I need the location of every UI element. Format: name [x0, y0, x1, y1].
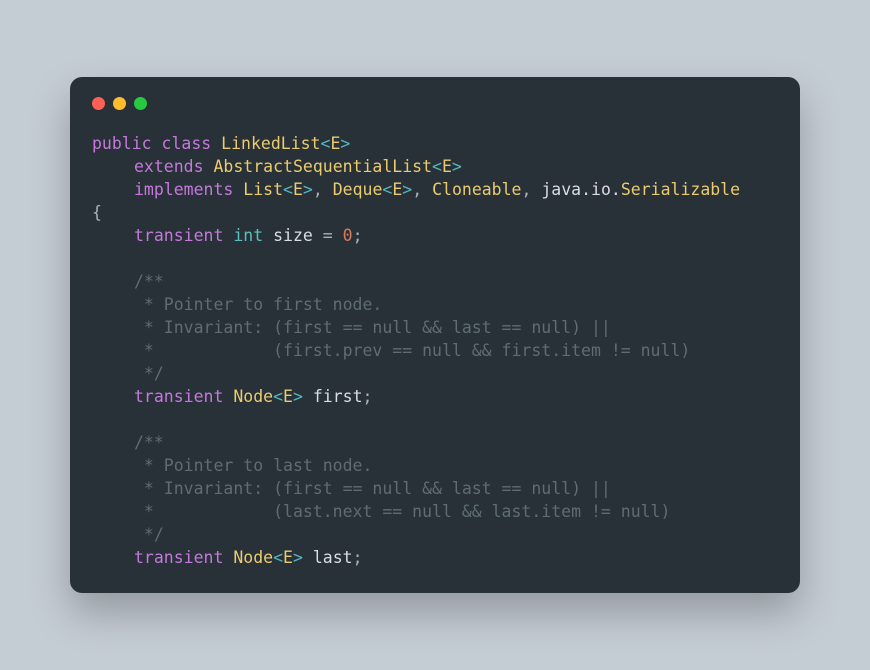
code-line-2: extends AbstractSequentialList<E>: [92, 155, 462, 178]
code-line-1: public class LinkedList<E>: [92, 134, 350, 153]
window-controls: [92, 97, 778, 110]
comment-line: * (last.next == null && last.item != nul…: [92, 500, 670, 523]
comment-line: */: [92, 523, 164, 546]
code-line-5: transient int size = 0;: [92, 224, 363, 247]
code-line-3: implements List<E>, Deque<E>, Cloneable,…: [92, 178, 740, 201]
brace-open: {: [92, 203, 102, 222]
comment-line: * Invariant: (first == null && last == n…: [92, 477, 611, 500]
comment-line: * Pointer to first node.: [92, 293, 382, 316]
comment-line: * (first.prev == null && first.item != n…: [92, 339, 690, 362]
comment-line: /**: [92, 431, 164, 454]
code-block: public class LinkedList<E> extends Abstr…: [92, 132, 778, 569]
comment-line: * Invariant: (first == null && last == n…: [92, 316, 611, 339]
comment-line: * Pointer to last node.: [92, 454, 372, 477]
code-window: public class LinkedList<E> extends Abstr…: [70, 77, 800, 593]
comment-line: /**: [92, 270, 164, 293]
comment-line: */: [92, 362, 164, 385]
close-icon[interactable]: [92, 97, 105, 110]
maximize-icon[interactable]: [134, 97, 147, 110]
minimize-icon[interactable]: [113, 97, 126, 110]
code-line-11: transient Node<E> first;: [92, 385, 372, 408]
code-line-17: transient Node<E> last;: [92, 546, 363, 569]
